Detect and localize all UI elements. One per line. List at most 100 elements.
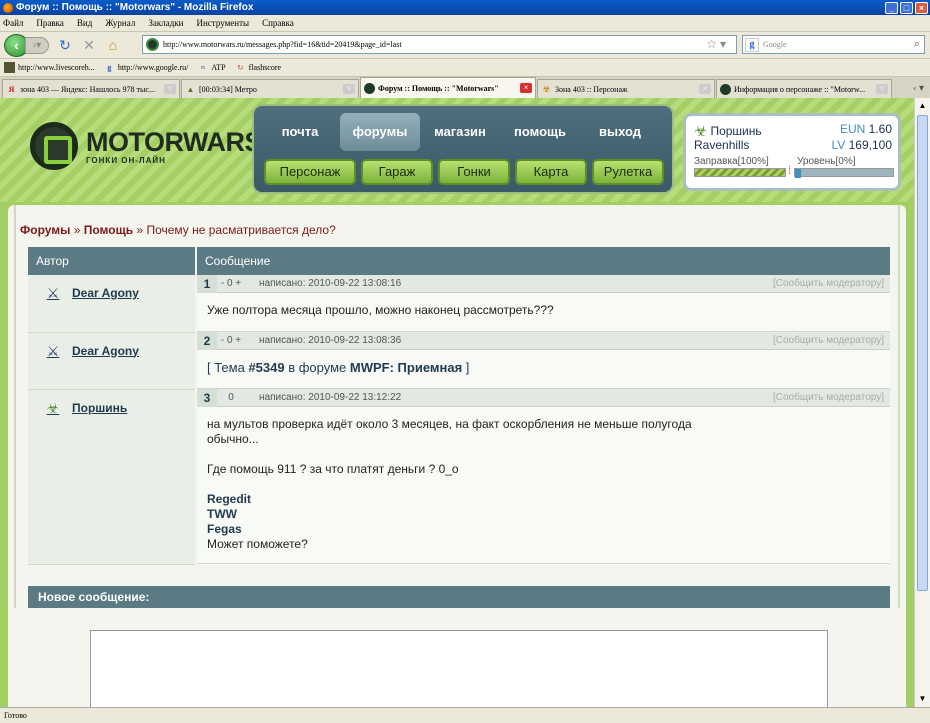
bookmark-star-icon[interactable]: ☆ ▾ [706, 37, 726, 52]
radiation-icon: ☢ [542, 84, 551, 94]
bookmark-atp[interactable]: ≈ ATP [197, 62, 226, 73]
level-label: Уровень[0%] [797, 156, 856, 167]
col-author: Автор [28, 247, 197, 275]
menu-help[interactable]: Справка [262, 18, 294, 28]
tab-metro[interactable]: ▲ [00:03:34] Метро × [181, 79, 359, 98]
biohazard-icon: ☣ [46, 399, 60, 416]
level-progress-fill [795, 169, 801, 178]
nav-roulette-button[interactable]: Рулетка [592, 159, 664, 185]
post-author-link[interactable]: Поршинь [72, 401, 127, 415]
post-line: Может поможете? [207, 537, 308, 551]
reload-icon[interactable]: ↻ [57, 37, 73, 53]
page-viewport: MOTORWARS.RU ГОНКИ ОН-ЛАЙН почта форумы … [0, 98, 914, 707]
tab-close-icon[interactable]: × [343, 84, 355, 94]
tab-list-arrows[interactable]: ‹ ▾ [913, 79, 924, 98]
google-icon: g [107, 63, 112, 72]
tab-zona403[interactable]: ☢ Зона 403 :: Персонаж × [537, 79, 715, 98]
post-date: написано: 2010-09-22 13:08:36 [259, 335, 402, 346]
post-rating[interactable]: - 0 + [217, 278, 245, 289]
tab-close-icon[interactable]: × [699, 84, 711, 94]
lv-value: 169,100 [848, 138, 892, 152]
eun-label: EUN [839, 122, 866, 136]
tab-forum-active[interactable]: Форум :: Помощь :: "Motorwars" × [360, 77, 536, 98]
bookmark-flashscore[interactable]: ↻ flashscore [235, 62, 281, 73]
nav-garage-button[interactable]: Гараж [361, 159, 433, 185]
scroll-up-icon[interactable]: ▲ [917, 100, 928, 112]
forward-button[interactable]: ›▾ [25, 36, 49, 54]
tab-strip: Я зона 403 — Яндекс: Нашлось 978 тыс... … [0, 77, 930, 98]
tab-character-info[interactable]: Информация о персонаже :: "Motorw... × [716, 79, 892, 98]
nav-map-button[interactable]: Карта [515, 159, 587, 185]
nav-exit[interactable]: выход [580, 113, 660, 151]
post-author-link[interactable]: Dear Agony [72, 344, 139, 358]
bookmark-google[interactable]: g http://www.google.ru/ [104, 62, 188, 73]
motorwars-icon [364, 82, 375, 94]
post-row: ☣ Поршинь 3 0 написано: 2010-09-22 13:12:… [28, 388, 890, 565]
post-line: обычно... [207, 432, 259, 446]
nav-mail[interactable]: почта [260, 113, 340, 151]
nav-forums[interactable]: форумы [340, 113, 420, 151]
nav-help[interactable]: помощь [500, 113, 580, 151]
post-author-cell: ⚔ Dear Agony [28, 275, 197, 333]
post-meta: 1 - 0 + написано: 2010-09-22 13:08:16 [С… [197, 274, 890, 293]
menu-file[interactable]: Файл [3, 18, 23, 28]
scroll-thumb[interactable] [917, 115, 928, 591]
quote-suffix: ] [462, 360, 470, 375]
search-bar[interactable]: g Google ⌕ [742, 35, 925, 54]
breadcrumb-help[interactable]: Помощь [84, 223, 133, 237]
google-icon[interactable]: g [745, 37, 759, 52]
post-body-cell: 2 - 0 + написано: 2010-09-22 13:08:36 [С… [196, 331, 890, 389]
home-icon[interactable]: ⌂ [105, 37, 121, 53]
livescore-icon [4, 62, 15, 73]
stop-icon[interactable]: ✕ [81, 37, 97, 53]
post-body-cell: 3 0 написано: 2010-09-22 13:12:22 [Сообщ… [196, 388, 890, 564]
tab-label: зона 403 — Яндекс: Нашлось 978 тыс... [20, 84, 155, 94]
topic-link[interactable]: #5349 [248, 360, 284, 375]
post-author-cell: ☣ Поршинь [28, 389, 197, 565]
tab-close-icon[interactable]: × [876, 84, 888, 94]
bookmarks-toolbar: http://www.livescoreh... g http://www.goo… [0, 59, 930, 77]
maximize-button[interactable]: □ [900, 1, 913, 14]
post-rating[interactable]: 0 [217, 392, 245, 403]
post-rating[interactable]: - 0 + [217, 335, 245, 346]
post-meta: 2 - 0 + написано: 2010-09-22 13:08:36 [С… [197, 331, 890, 350]
nav-races-button[interactable]: Гонки [438, 159, 510, 185]
tab-close-icon[interactable]: × [164, 84, 176, 94]
mentioned-user: Fegas [207, 522, 242, 536]
menu-tools[interactable]: Инструменты [196, 18, 249, 28]
forum-link[interactable]: MWPF: Приемная [350, 360, 462, 375]
tab-label: Зона 403 :: Персонаж [555, 84, 628, 94]
search-icon[interactable]: ⌕ [914, 38, 920, 51]
tab-close-icon[interactable]: × [520, 83, 532, 93]
tab-label: [00:03:34] Метро [199, 84, 257, 94]
bookmark-livescore[interactable]: http://www.livescoreh... [4, 62, 95, 73]
breadcrumb: Форумы » Помощь » Почему не расматривает… [20, 223, 336, 237]
search-placeholder[interactable]: Google [763, 40, 787, 49]
breadcrumb-forums[interactable]: Форумы [20, 223, 70, 237]
user-name[interactable]: Поршинь [710, 124, 761, 138]
scroll-down-icon[interactable]: ▼ [917, 693, 928, 705]
tab-yandex[interactable]: Я зона 403 — Яндекс: Нашлось 978 тыс... … [2, 79, 180, 98]
minimize-button[interactable]: _ [885, 1, 898, 14]
vertical-scrollbar[interactable]: ▲ ▼ [914, 98, 930, 707]
url-text[interactable]: http://www.motorwars.ru/messages.php?fid… [163, 40, 706, 49]
new-message-header: Новое сообщение: [28, 586, 890, 608]
post-text: на мультов проверка идёт около 3 месяцев… [197, 407, 890, 564]
menu-edit[interactable]: Правка [36, 18, 63, 28]
table-header: Автор Сообщение [28, 247, 890, 275]
site-favicon-icon [146, 38, 159, 51]
report-moderator-link[interactable]: [Сообщить модератору] [773, 278, 884, 289]
menu-bookmarks[interactable]: Закладки [148, 18, 183, 28]
report-moderator-link[interactable]: [Сообщить модератору] [773, 392, 884, 403]
menu-history[interactable]: Журнал [105, 18, 135, 28]
report-moderator-link[interactable]: [Сообщить модератору] [773, 335, 884, 346]
nav-shop[interactable]: магазин [420, 113, 500, 151]
new-message-textarea[interactable] [90, 630, 828, 707]
bar-marker-icon: ⁞ [788, 165, 792, 177]
close-window-button[interactable]: × [915, 1, 928, 14]
menu-view[interactable]: Вид [77, 18, 92, 28]
post-author-link[interactable]: Dear Agony [72, 286, 139, 300]
url-bar[interactable]: http://www.motorwars.ru/messages.php?fid… [142, 35, 737, 54]
mentioned-user: Regedit [207, 492, 252, 506]
nav-character-button[interactable]: Персонаж [264, 159, 356, 185]
